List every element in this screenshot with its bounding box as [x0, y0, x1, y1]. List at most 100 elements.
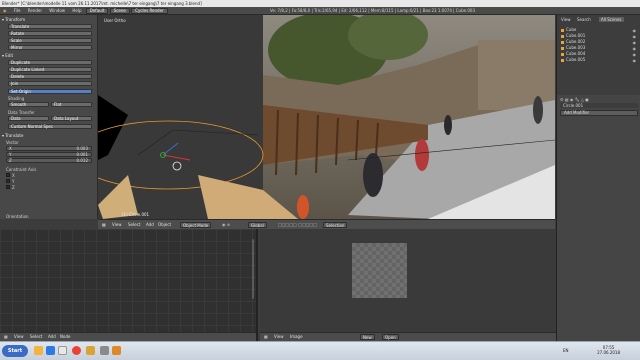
shading-mode-icon[interactable]: ◉ ⊕ — [222, 222, 230, 228]
chrome-icon[interactable] — [72, 346, 81, 355]
menu-view[interactable]: View — [112, 222, 122, 228]
panel-transform-header[interactable]: ▾ Transform — [2, 17, 94, 22]
folder-icon[interactable] — [86, 346, 95, 355]
3d-cursor-icon[interactable] — [172, 161, 182, 171]
viewport-header: ▦ View Select Add Object Object Mode ◉ ⊕… — [98, 219, 555, 229]
constraint-axis-label: Constraint Axis — [6, 167, 37, 172]
vector-x-field[interactable]: X 0.003 — [6, 146, 92, 151]
blender-logo-icon[interactable]: ◉ — [3, 7, 7, 14]
outliner-tab-view[interactable]: View — [559, 17, 573, 22]
menu-window[interactable]: Window — [49, 7, 65, 14]
render-engine-select[interactable]: Cycles Render — [131, 8, 168, 14]
outliner-display-select[interactable]: All Scenes — [599, 17, 624, 22]
outliner-item[interactable]: Cube.005 ◉ — [561, 57, 637, 63]
editor-type-icon[interactable]: ▦ — [102, 222, 106, 228]
menu-add[interactable]: Add — [146, 222, 154, 228]
windows-taskbar: Start EN 07:55 27.06.2018 — [0, 341, 640, 360]
menu-file[interactable]: File — [14, 7, 21, 14]
constraint-y-checkbox[interactable] — [6, 179, 10, 183]
outliner-tab-search[interactable]: Search — [575, 17, 593, 22]
transform-orientation-select[interactable]: Global — [248, 222, 267, 228]
operator-panel-header[interactable]: ▾ Translate — [2, 133, 94, 138]
layer-select[interactable]: Selection — [323, 222, 348, 228]
tool-shelf: ▾ Transform Translate Rotate Scale Mirro… — [0, 15, 98, 219]
properties-tab-icons[interactable]: ⚙ ▦ ◉ 🔧 △ ● — [560, 97, 589, 102]
start-button[interactable]: Start — [2, 345, 28, 357]
rotate-button[interactable]: Rotate — [8, 31, 92, 36]
editor-type-icon[interactable]: ▦ — [4, 334, 8, 340]
menu-select[interactable]: Select — [128, 222, 140, 228]
outliner-item[interactable]: Cube.004 ◉ — [561, 51, 637, 57]
node-editor-header: ▦ View Select Add Node — [0, 332, 256, 341]
editor-type-icon[interactable]: ▦ — [264, 334, 268, 340]
eye-icon[interactable]: ◉ — [633, 58, 637, 63]
explorer-icon[interactable] — [34, 346, 43, 355]
data-button[interactable]: Data — [8, 116, 49, 121]
properties-editor: ⚙ ▦ ◉ 🔧 △ ● Circle.001 Add Modifier — [556, 95, 640, 360]
mesh-icon — [561, 28, 564, 32]
scale-button[interactable]: Scale — [8, 38, 92, 43]
outliner-item-label: Cube — [566, 27, 577, 32]
menu-render[interactable]: Render — [28, 7, 42, 14]
app-icon[interactable] — [58, 346, 67, 355]
data-layout-button[interactable]: Data Layout — [51, 116, 92, 121]
node-menu-node[interactable]: Node — [60, 334, 70, 340]
mesh-icon — [561, 34, 564, 38]
join-button[interactable]: Join — [8, 81, 92, 86]
vector-x-value: 0.003 — [76, 146, 88, 151]
layer-buttons[interactable]: □□□□□ □□□□□ — [278, 222, 317, 228]
outliner-item[interactable]: Cube.002 ◉ — [561, 39, 637, 45]
image-menu-image[interactable]: Image — [290, 334, 303, 340]
node-editor[interactable]: ▦ View Select Add Node — [0, 229, 258, 341]
language-indicator[interactable]: EN — [563, 348, 569, 353]
duplicate-linked-button[interactable]: Duplicate Linked — [8, 67, 92, 72]
layout-select[interactable]: Default — [85, 8, 109, 14]
open-image-button[interactable]: Open — [382, 334, 399, 340]
browser-icon[interactable] — [46, 346, 55, 355]
app-icon-2[interactable] — [100, 346, 109, 355]
person-dark — [363, 153, 383, 197]
node-menu-add[interactable]: Add — [48, 334, 56, 340]
shade-flat-button[interactable]: Flat — [51, 102, 92, 107]
scene-select[interactable]: Scene — [109, 8, 130, 14]
3d-viewport[interactable]: User Ortho (1) Circle.001 — [98, 15, 555, 219]
image-menu-view[interactable]: View — [274, 334, 284, 340]
outliner-item-label: Cube.004 — [566, 51, 586, 56]
mode-select[interactable]: Object Mode — [180, 222, 212, 228]
duplicate-button[interactable]: Duplicate — [8, 60, 92, 65]
object-name-field[interactable]: Circle.001 — [560, 103, 638, 108]
panel-edit-header[interactable]: ▾ Edit — [2, 53, 94, 58]
system-clock[interactable]: 07:55 27.06.2018 — [597, 345, 620, 355]
custom-normal-button[interactable]: Custom Normal Spec — [8, 124, 92, 129]
constraint-x-checkbox[interactable] — [6, 173, 10, 177]
vector-z-value: 0.012 — [76, 158, 88, 163]
outliner-item[interactable]: Cube.001 ◉ — [561, 33, 637, 39]
constraint-z-checkbox[interactable] — [6, 185, 10, 189]
menu-object[interactable]: Object — [158, 222, 171, 228]
add-modifier-button[interactable]: Add Modifier — [560, 110, 638, 116]
building-right — [478, 40, 555, 110]
translate-button[interactable]: Translate — [8, 24, 92, 29]
vector-y-axis: Y — [9, 152, 12, 157]
person-far — [444, 115, 452, 135]
node-menu-select[interactable]: Select — [30, 334, 42, 340]
shade-smooth-button[interactable]: Smooth — [8, 102, 49, 107]
mirror-button[interactable]: Mirror — [8, 45, 92, 50]
person-right — [533, 96, 543, 124]
set-origin-button[interactable]: Set Origin — [8, 89, 92, 94]
new-image-button[interactable]: New — [360, 334, 375, 340]
delete-button[interactable]: Delete — [8, 74, 92, 79]
vector-z-field[interactable]: Z 0.012 — [6, 158, 92, 163]
outliner-item[interactable]: Cube.003 ◉ — [561, 45, 637, 51]
scrollbar[interactable] — [252, 239, 254, 299]
outliner-item[interactable]: Cube ◉ — [561, 27, 637, 33]
node-menu-view[interactable]: View — [14, 334, 24, 340]
menu-help[interactable]: Help — [72, 7, 81, 14]
selected-circle[interactable] — [98, 120, 264, 190]
image-editor[interactable]: ▦ View Image New Open — [260, 229, 556, 341]
window-title: Blender* [C:\blender\modelle 11 vom 26.1… — [0, 0, 640, 7]
vector-y-field[interactable]: Y 0.001 — [6, 152, 92, 157]
blender-taskbar-icon[interactable] — [112, 346, 121, 355]
viewport-title: User Ortho — [104, 18, 126, 23]
outliner-item-label: Cube.001 — [566, 33, 586, 38]
